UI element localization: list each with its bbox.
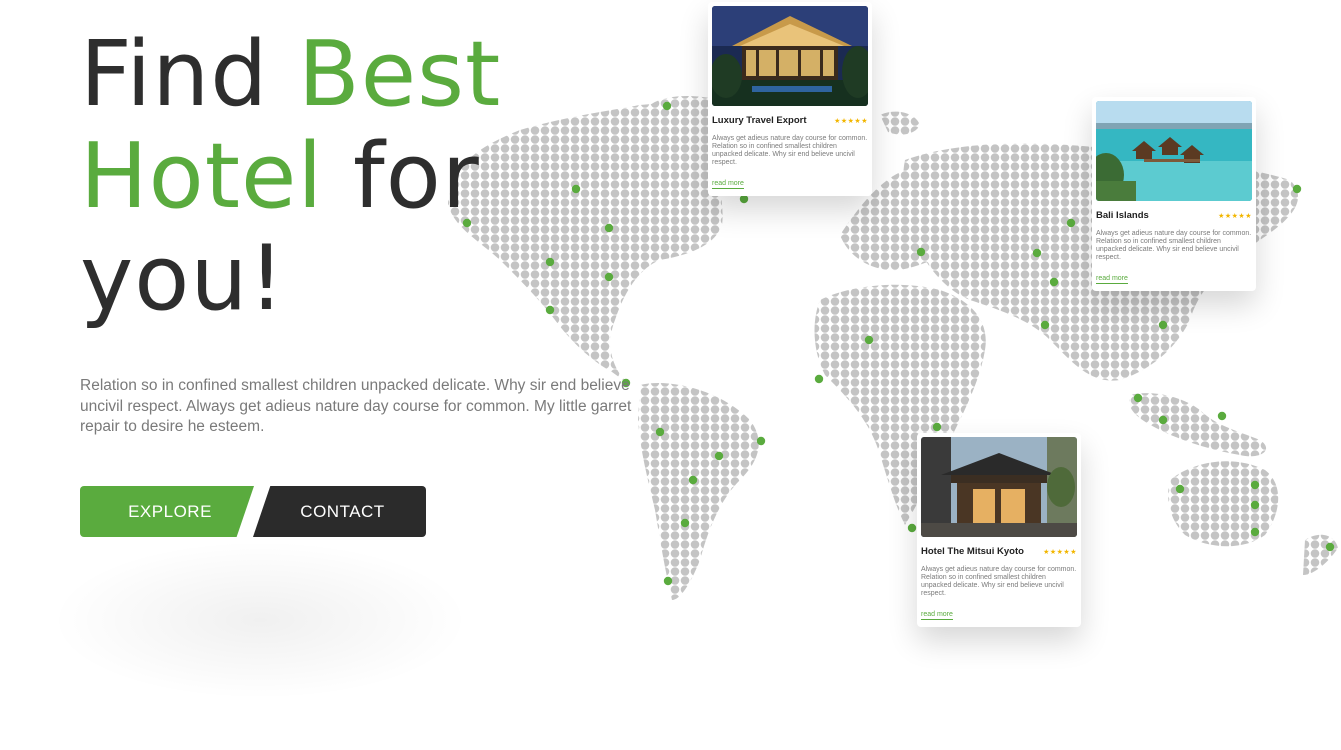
map-marker xyxy=(1217,411,1227,421)
read-more-link[interactable]: read more xyxy=(1096,275,1128,284)
hotel-description: Always get adieus nature day course for … xyxy=(712,135,868,166)
map-marker xyxy=(1066,218,1076,228)
hero-title-word: for xyxy=(353,124,480,229)
map-marker xyxy=(907,523,917,533)
hero-title-accent: Hotel xyxy=(80,124,324,229)
contact-button-label: CONTACT xyxy=(300,501,385,521)
map-marker xyxy=(1325,542,1335,552)
explore-button-label: EXPLORE xyxy=(128,501,212,521)
read-more-link[interactable]: read more xyxy=(921,611,953,620)
map-marker xyxy=(916,247,926,257)
hero-title: Find Best Hotel for you! xyxy=(80,24,501,330)
read-more-link[interactable]: read more xyxy=(712,180,744,189)
map-marker xyxy=(1250,500,1260,510)
map-marker xyxy=(545,257,555,267)
hotel-image xyxy=(1096,101,1252,201)
map-marker xyxy=(604,272,614,282)
hotel-description: Always get adieus nature day course for … xyxy=(921,566,1077,597)
rating-stars: ★★★★★ xyxy=(1218,212,1252,220)
hotel-card[interactable]: Luxury Travel Export ★★★★★ Always get ad… xyxy=(708,2,872,196)
hero-title-word: Find xyxy=(80,22,269,127)
rating-stars: ★★★★★ xyxy=(1043,548,1077,556)
map-marker xyxy=(571,184,581,194)
map-marker xyxy=(1175,484,1185,494)
hotel-card[interactable]: Hotel The Mitsui Kyoto ★★★★★ Always get … xyxy=(917,433,1081,627)
map-marker xyxy=(662,101,672,111)
hotel-card[interactable]: Bali Islands ★★★★★ Always get adieus nat… xyxy=(1092,97,1256,291)
map-marker xyxy=(545,305,555,315)
map-marker xyxy=(1250,480,1260,490)
map-marker xyxy=(1040,320,1050,330)
map-marker xyxy=(739,194,749,204)
hotel-image xyxy=(921,437,1077,537)
hotel-description: Always get adieus nature day course for … xyxy=(1096,230,1252,261)
contact-button[interactable]: CONTACT xyxy=(253,486,426,537)
map-marker xyxy=(756,436,766,446)
hotel-title: Bali Islands xyxy=(1096,210,1149,221)
map-marker xyxy=(663,576,673,586)
map-marker xyxy=(688,475,698,485)
map-marker xyxy=(1049,277,1059,287)
map-marker xyxy=(814,374,824,384)
map-marker xyxy=(932,422,942,432)
map-marker xyxy=(680,518,690,528)
button-shadow xyxy=(50,540,470,700)
map-marker xyxy=(1250,527,1260,537)
map-marker xyxy=(1158,320,1168,330)
map-marker xyxy=(604,223,614,233)
map-marker xyxy=(864,335,874,345)
hero-title-word: you! xyxy=(80,226,286,331)
hotel-title: Hotel The Mitsui Kyoto xyxy=(921,546,1024,557)
hotel-title: Luxury Travel Export xyxy=(712,115,807,126)
rating-stars: ★★★★★ xyxy=(834,117,868,125)
explore-button[interactable]: EXPLORE xyxy=(80,486,254,537)
map-marker xyxy=(714,451,724,461)
hero-title-accent: Best xyxy=(298,22,502,127)
map-marker xyxy=(1292,184,1302,194)
map-marker xyxy=(655,427,665,437)
map-marker xyxy=(1032,248,1042,258)
hotel-image xyxy=(712,6,868,106)
map-marker xyxy=(1133,393,1143,403)
map-marker xyxy=(1158,415,1168,425)
hero-description: Relation so in confined smallest childre… xyxy=(80,377,632,435)
